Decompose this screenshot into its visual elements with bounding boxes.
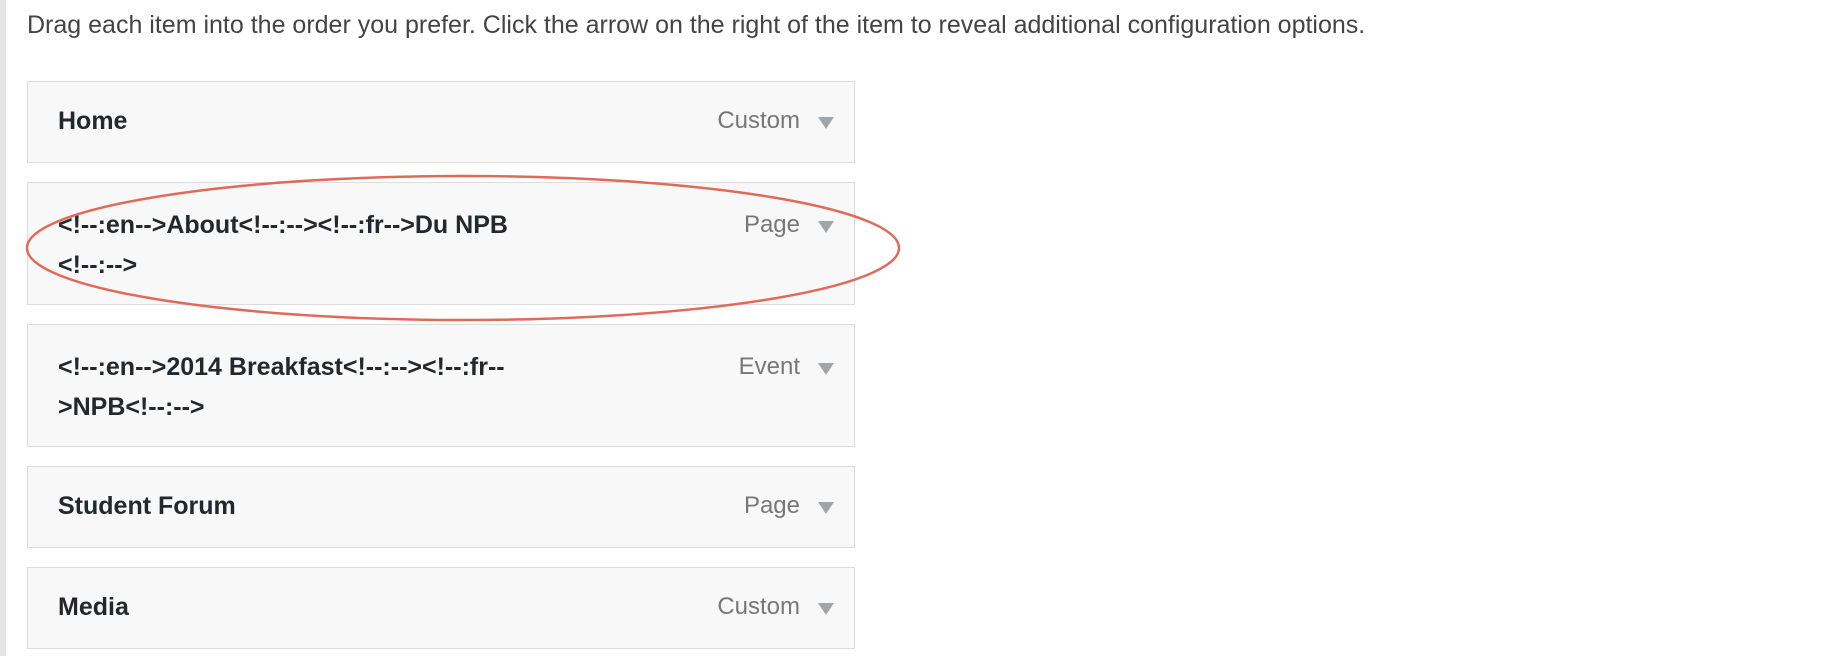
menu-item-about[interactable]: <!--:en-->About<!--:--><!--:fr-->Du NPB<…	[27, 182, 855, 305]
menu-item-breakfast[interactable]: <!--:en-->2014 Breakfast<!--:--><!--:fr-…	[27, 324, 855, 447]
triangle-down-icon[interactable]	[818, 502, 834, 514]
menu-structure-list: Home Custom <!--:en-->About<!--:--><!--:…	[27, 81, 855, 668]
menu-item-home[interactable]: Home Custom	[27, 81, 855, 163]
menu-item-title: Student Forum	[58, 492, 236, 520]
menu-item-title: <!--:en-->2014 Breakfast<!--:--><!--:fr-…	[58, 353, 505, 421]
menu-item-controls: Page	[744, 205, 834, 245]
triangle-down-icon[interactable]	[818, 363, 834, 375]
menu-item-controls: Page	[744, 486, 834, 526]
instructions-text: Drag each item into the order you prefer…	[27, 11, 1366, 39]
menu-item-controls: Custom	[717, 587, 834, 627]
menu-item-controls: Custom	[717, 101, 834, 141]
menu-item-type: Custom	[717, 593, 800, 620]
menu-item-type: Custom	[717, 107, 800, 134]
menu-item-type: Page	[743, 492, 800, 519]
triangle-down-icon[interactable]	[818, 117, 834, 129]
left-edge-border	[0, 0, 6, 656]
menu-item-type: Event	[738, 353, 800, 380]
menu-item-media[interactable]: Media Custom	[27, 567, 855, 649]
triangle-down-icon[interactable]	[818, 221, 834, 233]
menu-item-title: Home	[58, 107, 128, 135]
menu-item-title: <!--:en-->About<!--:--><!--:fr-->Du NPB<…	[58, 211, 508, 279]
menu-item-type: Page	[743, 211, 800, 238]
menu-item-controls: Event	[739, 347, 834, 387]
menu-item-title: Media	[58, 593, 129, 621]
menu-item-student-forum[interactable]: Student Forum Page	[27, 466, 855, 548]
triangle-down-icon[interactable]	[818, 603, 834, 615]
